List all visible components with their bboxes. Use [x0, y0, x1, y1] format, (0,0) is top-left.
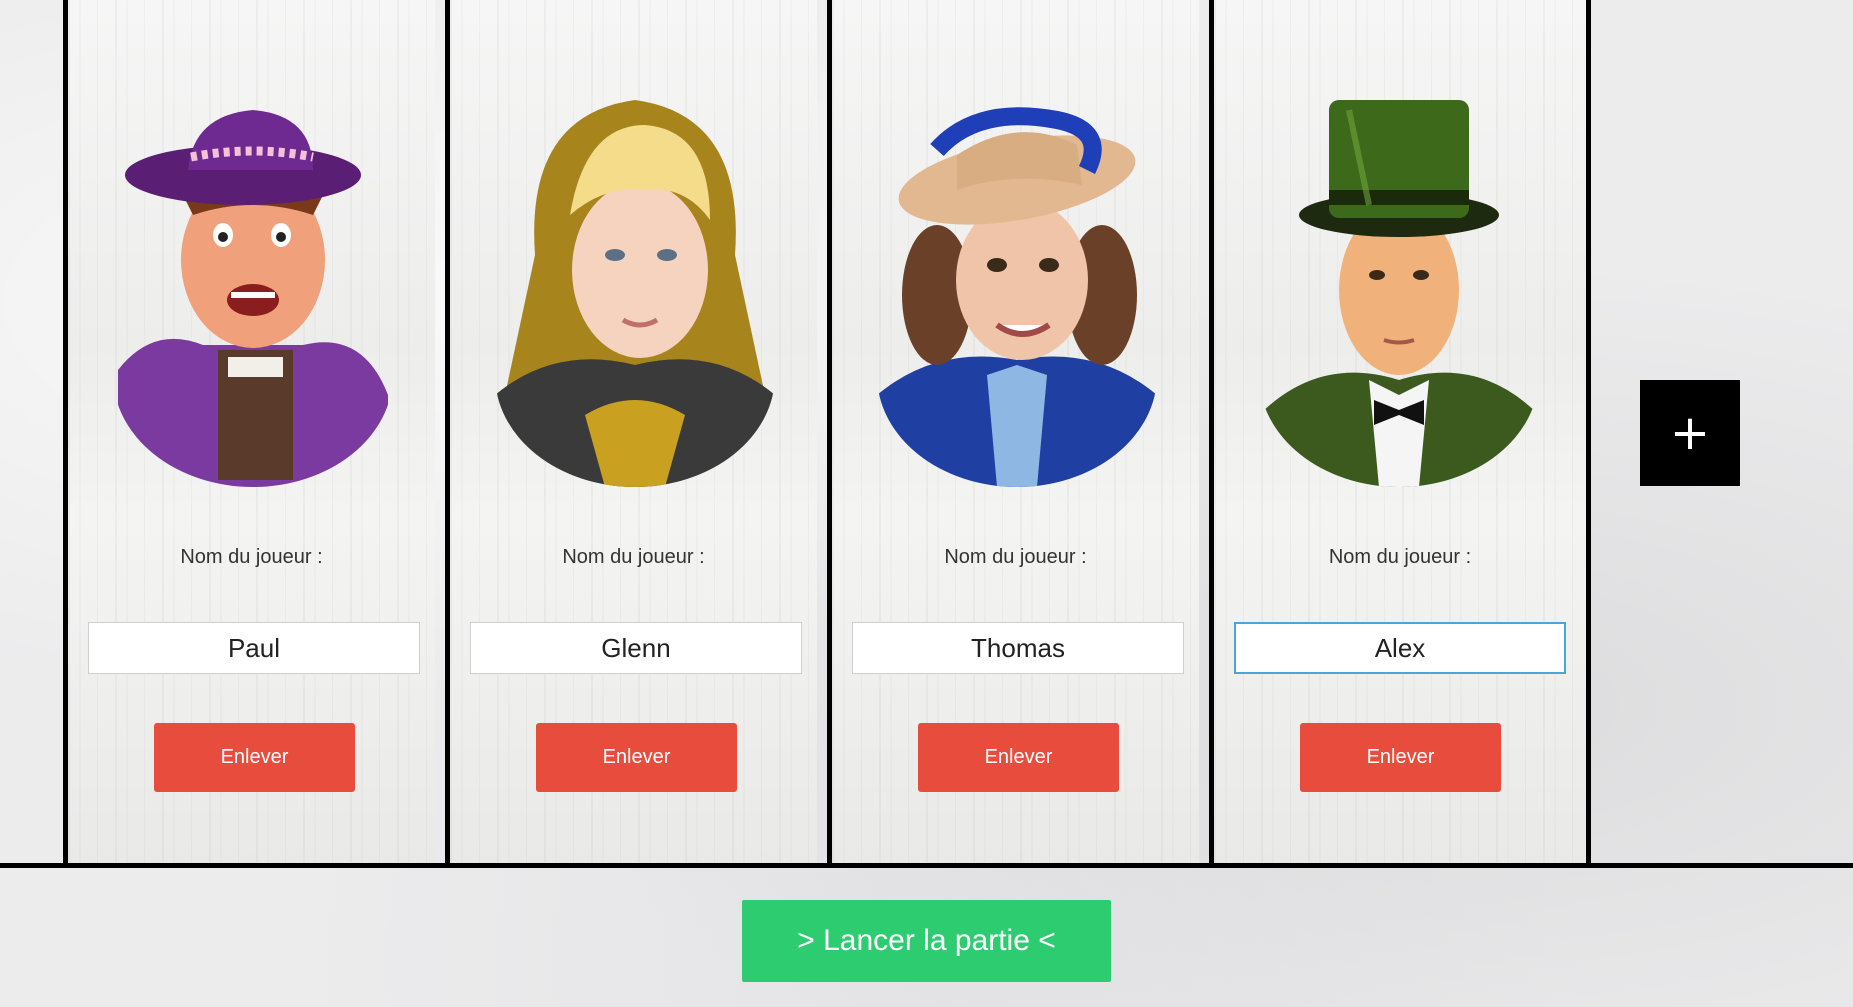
- player-card-2: Nom du joueur : Enlever: [445, 0, 817, 863]
- divider: [0, 863, 1853, 868]
- remove-player-button[interactable]: Enlever: [918, 723, 1119, 792]
- add-player-button[interactable]: +: [1640, 380, 1740, 486]
- portrait-girl-blue-bonnet-icon: [877, 95, 1157, 487]
- player-name-input[interactable]: [470, 622, 802, 674]
- player-card-1: Nom du joueur : Enlever: [63, 0, 435, 863]
- remove-player-button[interactable]: Enlever: [1300, 723, 1501, 792]
- player-name-label: Nom du joueur :: [1328, 546, 1472, 568]
- player-card-3: Nom du joueur : Enlever: [827, 0, 1199, 863]
- player-name-input[interactable]: [852, 622, 1184, 674]
- player-name-input[interactable]: [88, 622, 420, 674]
- portrait-woman-yellow-hood-icon: [495, 95, 775, 487]
- launch-game-button[interactable]: > Lancer la partie <: [742, 900, 1111, 982]
- player-name-label: Nom du joueur :: [180, 546, 323, 568]
- remove-player-button[interactable]: Enlever: [536, 723, 737, 792]
- player-name-label: Nom du joueur :: [944, 546, 1087, 568]
- player-name-input[interactable]: [1234, 622, 1566, 674]
- portrait-boy-purple-hat-icon: [113, 95, 393, 487]
- remove-player-button[interactable]: Enlever: [154, 723, 355, 792]
- player-card-4: Nom du joueur : Enlever: [1209, 0, 1591, 863]
- player-cards-area: Nom du joueur : Enlever Nom du joueur: [0, 0, 1853, 863]
- player-name-label: Nom du joueur :: [562, 546, 705, 568]
- portrait-man-green-top-hat-icon: [1259, 95, 1539, 487]
